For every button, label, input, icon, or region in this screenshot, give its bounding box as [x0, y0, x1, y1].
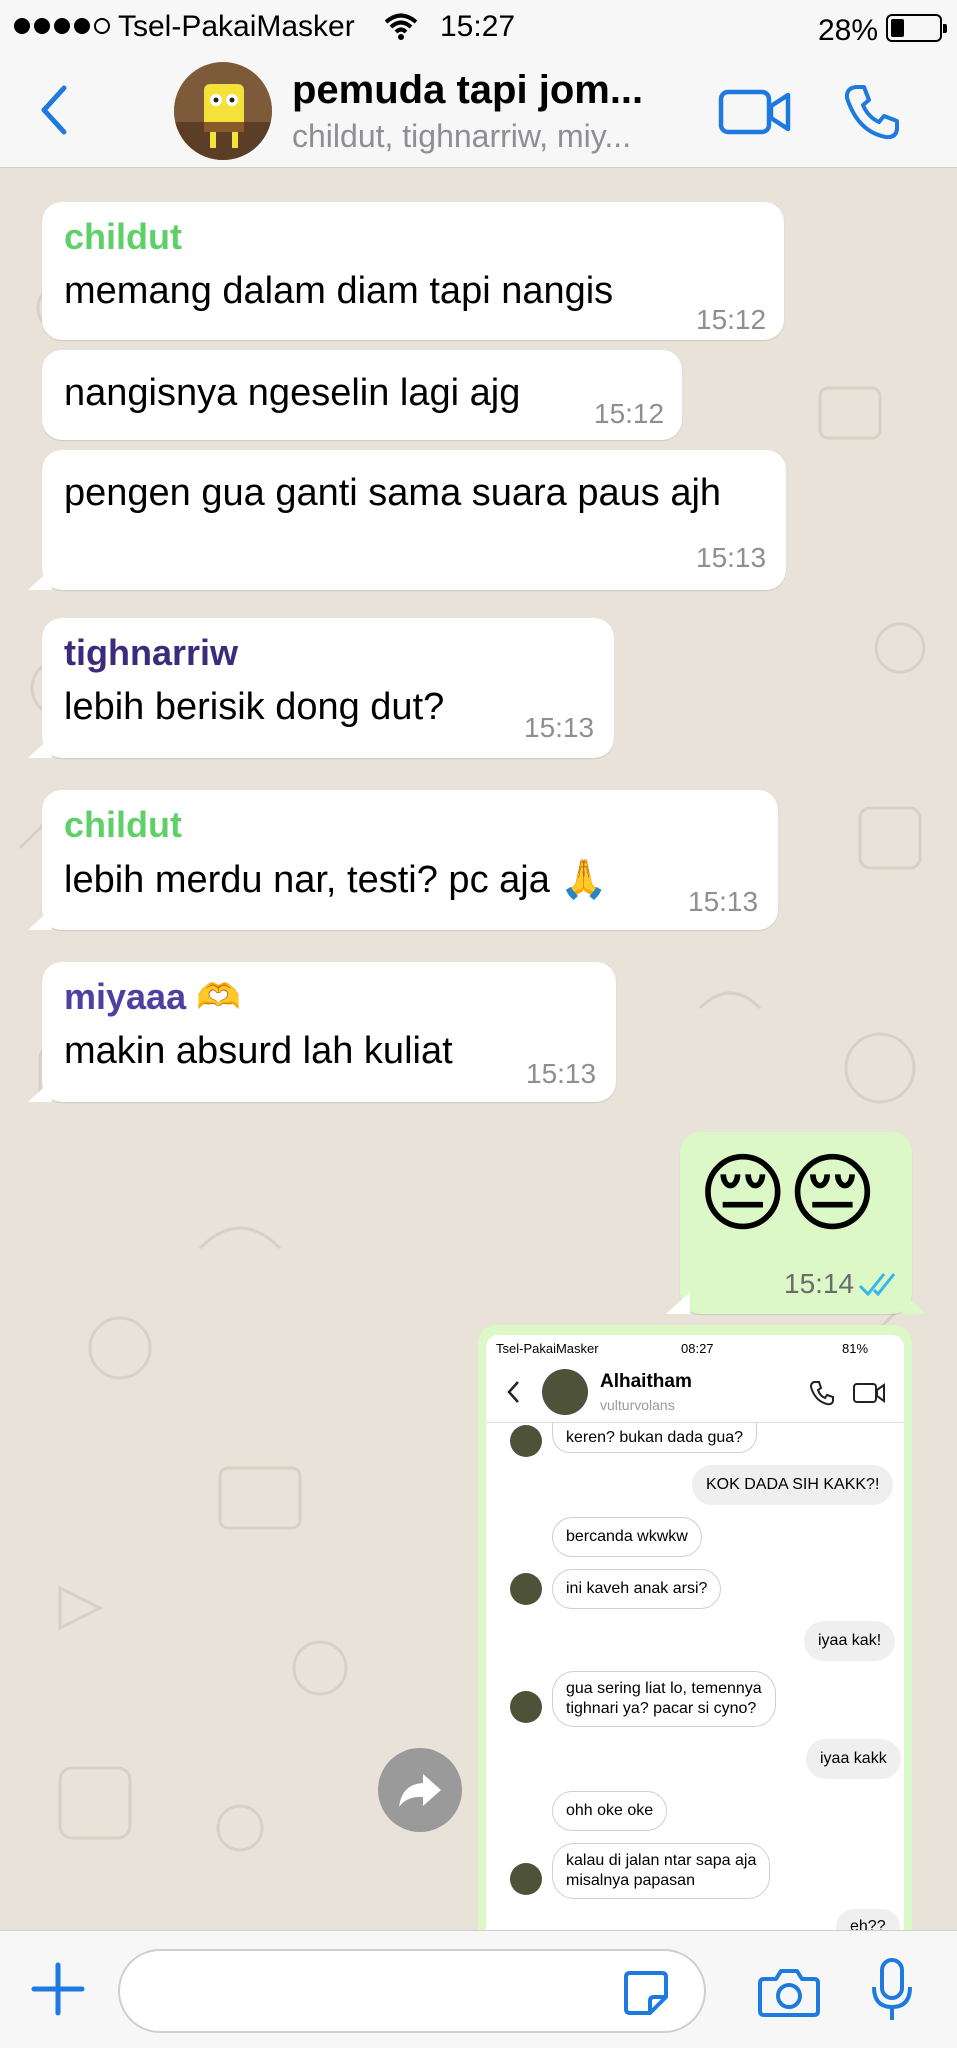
screenshot-message: gua sering liat lo, temennya tighnari ya…	[552, 1671, 776, 1727]
carrier-name: Tsel-PakaiMasker	[118, 10, 355, 43]
screenshot-message: bercanda wkwkw	[552, 1517, 702, 1557]
message-text: 😔😔	[698, 1146, 878, 1242]
sticker-button[interactable]	[622, 1969, 670, 2022]
screenshot-time: 08:27	[681, 1341, 714, 1356]
message-text: lebih berisik dong dut?	[64, 686, 445, 728]
sticker-icon	[624, 1971, 668, 2015]
battery-percentage: 28%	[818, 14, 879, 47]
chat-title[interactable]: pemuda tapi jom...	[292, 68, 692, 113]
camera-button[interactable]	[758, 1967, 820, 2022]
screenshot-contact-name: Alhaitham	[600, 1371, 692, 1392]
plus-icon	[31, 1962, 85, 2016]
screenshot-message-line: misalnya papasan	[566, 1872, 695, 1889]
screenshot-message: ini kaveh anak arsi?	[552, 1569, 722, 1609]
screenshot-message-line: tighnari ya? pacar si cyno?	[566, 1700, 757, 1717]
chevron-left-icon	[507, 1381, 519, 1403]
message-bubble[interactable]: childut memang dalam diam tapi nangis 15…	[42, 202, 784, 340]
message-input-bar	[0, 1930, 957, 2048]
voice-message-button[interactable]	[870, 1957, 914, 2028]
screenshot-message-line: gua sering liat lo, temennya	[566, 1680, 762, 1697]
message-text: makin absurd lah kuliat	[64, 1030, 453, 1072]
message-bubble[interactable]: nangisnya ngeselin lagi ajg 15:12	[42, 350, 682, 440]
screenshot-mini-avatar	[510, 1691, 542, 1723]
shared-screenshot[interactable]: Tsel-PakaiMasker 08:27 81% Alhaitham vul…	[486, 1335, 904, 1930]
message-text: nangisnya ngeselin lagi ajg	[64, 372, 521, 414]
message-sender: tighnarriw	[64, 632, 239, 673]
group-avatar[interactable]	[174, 62, 272, 160]
screenshot-battery: 81%	[842, 1341, 869, 1356]
status-time: 15:27	[440, 10, 516, 43]
message-time: 15:13	[696, 542, 767, 573]
screenshot-contact-username: vulturvolans	[600, 1397, 675, 1413]
screenshot-message: KOK DADA SIH KAKK?!	[692, 1465, 894, 1505]
outgoing-message-bubble[interactable]: 😔😔 15:14	[666, 1132, 926, 1314]
message-bubble[interactable]: miyaaa 🫶 makin absurd lah kuliat 15:13	[28, 962, 616, 1102]
message-sender: miyaaa 🫶	[64, 976, 241, 1017]
forward-button[interactable]	[378, 1748, 462, 1832]
chat-header: pemuda tapi jom... childut, tighnarriw, …	[0, 56, 957, 168]
message-time: 15:12	[696, 304, 767, 335]
message-time: 15:14	[784, 1268, 855, 1299]
video-camera-icon	[718, 89, 791, 135]
double-check-read-icon	[858, 1273, 896, 1297]
message-text: lebih merdu nar, testi? pc aja 🙏	[64, 859, 608, 901]
screenshot-avatar	[542, 1369, 588, 1415]
screenshot-message: eh??	[836, 1909, 900, 1930]
screenshot-mini-avatar	[510, 1425, 542, 1457]
screenshot-message: iyaa kak!	[804, 1621, 896, 1661]
screenshot-carrier: Tsel-PakaiMasker	[496, 1341, 599, 1356]
image-message[interactable]: Tsel-PakaiMasker 08:27 81% Alhaitham vul…	[478, 1325, 912, 1930]
signal-strength-icon	[14, 18, 110, 34]
screenshot-message: iyaa kakk	[806, 1739, 901, 1779]
forward-arrow-icon	[399, 1774, 441, 1807]
message-bubble[interactable]: childut lebih merdu nar, testi? pc aja 🙏…	[28, 790, 778, 930]
voice-call-button[interactable]	[842, 82, 902, 147]
attach-button[interactable]	[30, 1961, 86, 2022]
message-time: 15:13	[526, 1058, 597, 1089]
message-bubble[interactable]: tighnarriw lebih berisik dong dut? 15:13	[28, 618, 614, 758]
chat-messages-area[interactable]: childut memang dalam diam tapi nangis 15…	[0, 168, 957, 1930]
chevron-left-icon	[41, 85, 67, 135]
message-sender: childut	[64, 216, 182, 257]
screenshot-header: Alhaitham vulturvolans	[486, 1361, 904, 1423]
screenshot-message-line: kalau di jalan ntar sapa aja	[566, 1852, 757, 1869]
screenshot-message: kalau di jalan ntar sapa aja misalnya pa…	[552, 1843, 771, 1899]
wifi-icon	[384, 12, 418, 48]
message-bubble[interactable]: pengen gua ganti sama suara paus ajh 15:…	[28, 450, 786, 590]
screenshot-message: keren? bukan dada gua?	[552, 1423, 758, 1453]
message-input[interactable]	[118, 1949, 706, 2033]
screenshot-message: ohh oke oke	[552, 1791, 668, 1831]
message-time: 15:13	[524, 712, 595, 743]
video-call-button[interactable]	[718, 86, 792, 143]
microphone-icon	[872, 1958, 912, 2020]
screenshot-mini-avatar	[510, 1573, 542, 1605]
message-text: memang dalam diam tapi nangis	[64, 270, 614, 312]
video-camera-icon	[853, 1383, 885, 1403]
screenshot-status-bar: Tsel-PakaiMasker 08:27 81%	[486, 1335, 904, 1361]
camera-icon	[758, 1969, 820, 2017]
message-time: 15:12	[594, 398, 665, 429]
status-bar: Tsel-PakaiMasker 15:27 28%	[0, 0, 957, 56]
phone-icon	[809, 1381, 834, 1406]
message-sender: childut	[64, 804, 182, 845]
back-button[interactable]	[36, 82, 72, 143]
screenshot-mini-avatar	[510, 1863, 542, 1895]
battery-icon	[886, 14, 947, 42]
chat-members[interactable]: childut, tighnarriw, miy...	[292, 118, 692, 155]
message-time: 15:13	[688, 886, 759, 917]
phone-icon	[844, 85, 899, 140]
message-text: pengen gua ganti sama suara paus ajh	[64, 472, 722, 514]
